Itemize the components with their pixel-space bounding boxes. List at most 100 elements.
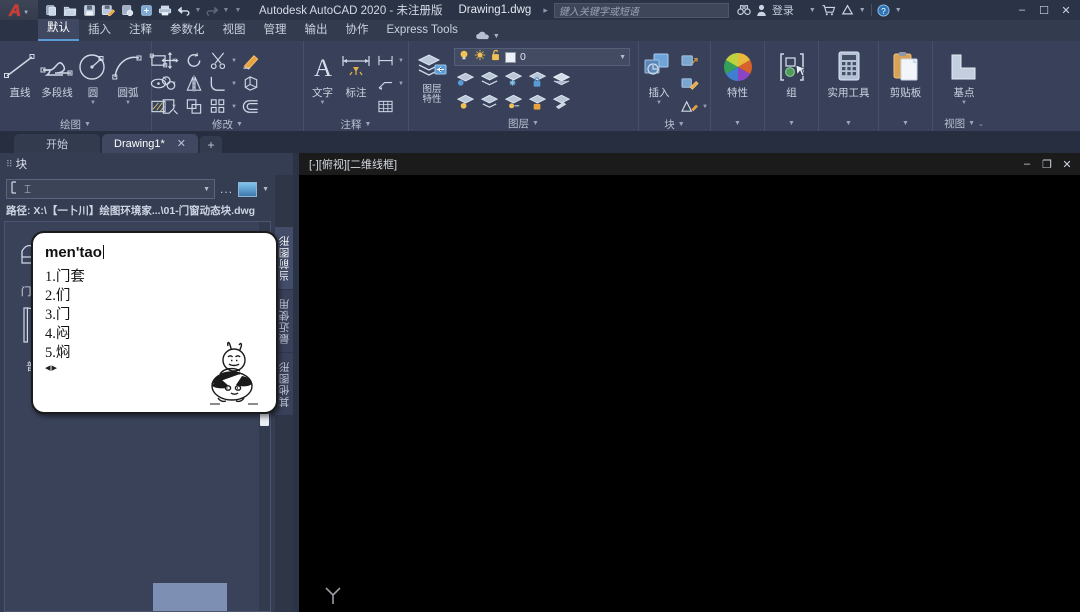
explode-icon[interactable] [240,73,262,94]
application-menu-button[interactable]: A ▼ [0,0,38,20]
undo-dropdown-caret[interactable]: ▼ [194,7,202,14]
close-icon[interactable]: ✕ [177,137,186,150]
drawing-minimize-button[interactable]: – [1020,158,1034,170]
palette-title-bar[interactable]: ⠿ 块 [0,153,293,175]
ime-candidate-window[interactable]: men'tao 1.门套 2.们 3.门 4.闷 5.焖 ◂▸ [31,231,278,414]
open-icon[interactable] [61,1,79,19]
ribbon-tab-output[interactable]: 输出 [296,21,337,41]
properties-panel-label[interactable]: ▼ [714,116,761,131]
fillet-dropdown-caret-icon[interactable]: ▼ [231,81,238,87]
drawing-close-button[interactable]: ✕ [1060,158,1074,171]
search-binoculars-icon[interactable] [737,4,751,16]
app-caret-icon[interactable]: ▼ [859,7,866,14]
plot-preview-icon[interactable] [118,1,136,19]
save-icon[interactable] [80,1,98,19]
view-panel-label[interactable]: 视图 ▼ ⌄ [936,116,992,131]
groups-button[interactable]: 组 [772,46,812,100]
block-name-combobox[interactable]: ⌶ ▼ [6,179,216,199]
modify-panel-label[interactable]: 修改 ▼ [155,117,300,132]
circle-dropdown-caret-icon[interactable]: ▼ [90,100,96,106]
arc-dropdown-caret-icon[interactable]: ▼ [125,100,131,106]
ime-next-page-icon[interactable]: ▸ [52,362,59,374]
ime-candidate-1[interactable]: 1.门套 [45,268,85,287]
ribbon-tab-parametric[interactable]: 参数化 [161,21,214,41]
help-icon[interactable]: ? [877,3,890,17]
redo-dropdown-caret[interactable]: ▼ [222,7,230,14]
properties-button[interactable]: 特性 [718,46,758,100]
unlock-icon[interactable] [490,48,501,66]
attribute-icon[interactable] [678,96,700,117]
search-input[interactable]: 键入关键字或短语 [553,2,729,18]
customize-icon[interactable]: ▼ [231,7,245,14]
ribbon-tab-collaborate[interactable]: 协作 [337,21,378,41]
viewport-controls-label[interactable]: [-][俯视][二维线框] [309,156,397,172]
view-panel-expand-icon[interactable]: ⌄ [978,120,984,128]
layer-freeze-icon[interactable] [502,68,524,89]
drawing-restore-button[interactable]: ❐ [1040,158,1054,171]
fillet-icon[interactable] [207,73,229,94]
insert-block-button[interactable]: 插入 ▼ [642,46,676,106]
layer-properties-button[interactable]: 图层 特性 [412,46,452,105]
groups-panel-label[interactable]: ▼ [768,116,815,131]
layer-isolate-icon[interactable] [454,68,476,89]
arc-button[interactable]: 圆弧 ▼ [111,46,145,106]
offset-icon[interactable] [240,96,262,117]
layer-on-icon[interactable] [454,91,476,112]
new-icon[interactable] [42,1,60,19]
layers-panel-label[interactable]: 图层 ▼ [412,116,635,131]
cart-icon[interactable] [821,4,836,16]
thumbnail-view-icon[interactable] [238,181,258,197]
undo-icon[interactable] [175,1,193,19]
table-icon[interactable] [374,96,396,117]
base-point-button[interactable]: 基点 ▼ [936,46,992,106]
layer-match-icon[interactable] [550,91,572,112]
ribbon-cloud-tab-icon[interactable]: ▼ [475,31,500,41]
sun-icon[interactable] [474,48,486,66]
ime-candidate-2[interactable]: 2.们 [45,287,85,306]
trim-dropdown-caret-icon[interactable]: ▼ [231,58,238,64]
ime-candidate-3[interactable]: 3.门 [45,306,85,325]
doc-tab-start[interactable]: 开始 [14,134,100,153]
utilities-panel-label[interactable]: ▼ [822,116,875,131]
help-caret-icon[interactable]: ▼ [895,7,902,14]
sign-in-caret-icon[interactable]: ▼ [809,7,816,14]
ribbon-tab-annotate[interactable]: 注释 [120,21,161,41]
model-space-canvas[interactable] [299,175,1080,612]
scale-icon[interactable] [183,96,205,117]
dim-linear-icon[interactable] [374,50,396,71]
create-block-icon[interactable] [678,50,700,71]
ribbon-tab-manage[interactable]: 管理 [255,21,296,41]
dimension-button[interactable]: 标注 [340,46,372,100]
ribbon-tab-view[interactable]: 视图 [214,21,255,41]
ribbon-tab-express-tools[interactable]: Express Tools [378,21,467,41]
ime-candidate-4[interactable]: 4.闷 [45,325,85,344]
block-panel-label[interactable]: 块 ▼ [642,117,707,132]
move-icon[interactable] [159,50,181,71]
annotation-panel-label[interactable]: 注释 ▼ [307,117,405,132]
ribbon-tab-home[interactable]: 默认 [38,19,79,41]
layer-dropdown-caret-icon[interactable]: ▼ [619,54,626,61]
text-dropdown-caret-icon[interactable]: ▼ [320,100,326,106]
autodesk-app-icon[interactable] [841,4,854,16]
new-tab-button[interactable]: + [199,136,222,153]
mirror-icon[interactable] [183,73,205,94]
maximize-button[interactable]: ☐ [1034,1,1054,19]
cloud-sync-icon[interactable] [137,1,155,19]
leader-caret-icon[interactable]: ▼ [398,81,405,87]
stretch-icon[interactable] [159,96,181,117]
clipboard-panel-label[interactable]: ▼ [882,116,929,131]
circle-button[interactable]: 圆 ▼ [77,46,109,106]
doc-tab-drawing1[interactable]: Drawing1* ✕ [102,134,198,153]
layer-color-swatch[interactable] [505,51,516,63]
minimize-button[interactable]: – [1012,1,1032,19]
layer-unisolate-icon[interactable] [502,91,524,112]
ribbon-tab-insert[interactable]: 插入 [79,21,120,41]
layer-lock-icon[interactable] [526,68,548,89]
clipboard-button[interactable]: 剪贴板 [886,46,926,100]
user-avatar-icon[interactable] [756,4,767,16]
layer-merge-icon[interactable] [550,68,572,89]
sign-in-button[interactable]: 登录 [772,2,794,18]
view-options-caret-icon[interactable]: ▼ [262,186,269,193]
attribute-dropdown-caret-icon[interactable]: ▼ [702,104,709,110]
copy-icon[interactable] [159,73,181,94]
